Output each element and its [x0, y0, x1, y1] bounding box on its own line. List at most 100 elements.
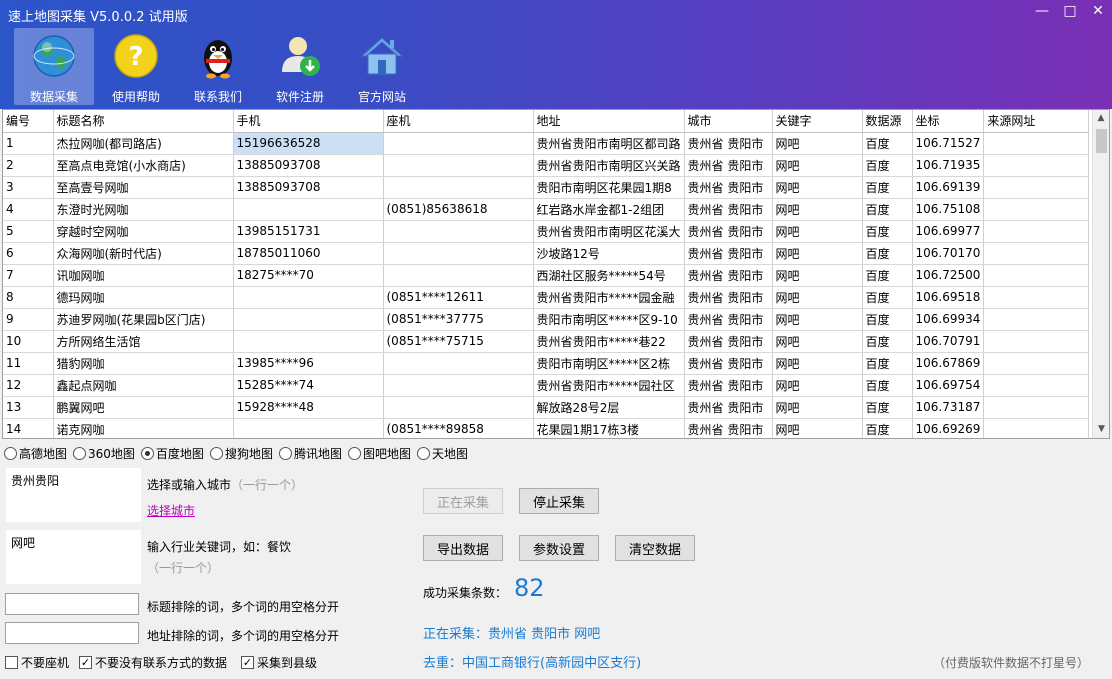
table-cell[interactable]: 13885093708 [233, 154, 384, 177]
table-cell[interactable] [983, 330, 1090, 353]
table-cell[interactable]: (0851****37775 [383, 308, 534, 331]
table-cell[interactable]: 贵州省 贵阳市 [684, 154, 773, 177]
table-cell[interactable]: 18275****70 [233, 264, 384, 287]
table-cell[interactable] [383, 154, 534, 177]
table-cell[interactable]: 15285****74 [233, 374, 384, 397]
table-cell[interactable]: 10 [3, 330, 54, 353]
table-cell[interactable]: 贵州省 贵阳市 [684, 352, 773, 375]
table-cell[interactable] [983, 352, 1090, 375]
table-cell[interactable]: 贵州省 贵阳市 [684, 308, 773, 331]
table-cell[interactable]: 13885093708 [233, 176, 384, 199]
title-exclude-input[interactable] [5, 593, 139, 615]
settings-button[interactable]: 参数设置 [519, 535, 599, 561]
table-cell[interactable]: 穿越时空网咖 [53, 220, 234, 243]
table-cell[interactable]: 13985151731 [233, 220, 384, 243]
scroll-up-icon[interactable]: ▲ [1093, 110, 1109, 127]
keyword-textarea[interactable]: 网吧 [6, 530, 141, 584]
table-row[interactable]: 13 鹏翼网吧 15928****48 解放路28号2层 贵州省 贵阳市 网吧 百度 106.… [3, 396, 1090, 419]
scroll-thumb[interactable] [1096, 129, 1107, 153]
table-cell[interactable] [233, 418, 384, 438]
table-cell[interactable]: (0851****89858 [383, 418, 534, 438]
table-cell[interactable]: 网吧 [772, 220, 863, 243]
table-cell[interactable]: 诺克网咖 [53, 418, 234, 438]
table-cell[interactable]: 9 [3, 308, 54, 331]
table-cell[interactable]: 猎豹网咖 [53, 352, 234, 375]
table-cell[interactable]: 鑫起点网咖 [53, 374, 234, 397]
table-cell[interactable] [383, 396, 534, 419]
require-contact-checkbox[interactable]: ✓ 不要没有联系方式的数据 [79, 654, 227, 671]
table-cell[interactable] [383, 264, 534, 287]
select-city-link[interactable]: 选择城市 [147, 502, 195, 519]
table-cell[interactable]: (0851****75715 [383, 330, 534, 353]
table-cell[interactable]: 5 [3, 220, 54, 243]
table-cell[interactable]: 11 [3, 352, 54, 375]
table-cell[interactable]: 14 [3, 418, 54, 438]
map-radio[interactable]: 天地图 [416, 445, 468, 462]
table-cell[interactable]: 贵州省贵阳市*****园金融 [533, 286, 685, 309]
table-row[interactable]: 11 猎豹网咖 13985****96 贵阳市南明区*****区2栋 贵州省 贵阳市 网吧… [3, 352, 1090, 375]
table-cell[interactable]: 7 [3, 264, 54, 287]
table-cell[interactable]: 鹏翼网吧 [53, 396, 234, 419]
table-cell[interactable] [233, 330, 384, 353]
table-cell[interactable]: 讯咖网咖 [53, 264, 234, 287]
column-header[interactable]: 座机 [383, 110, 534, 133]
table-cell[interactable]: 沙坡路12号 [533, 242, 685, 265]
county-level-checkbox[interactable]: ✓ 采集到县级 [241, 654, 317, 671]
table-cell[interactable] [233, 308, 384, 331]
column-header[interactable]: 标题名称 [53, 110, 234, 133]
table-cell[interactable]: 106.72500 [912, 264, 985, 287]
table-cell[interactable]: 3 [3, 176, 54, 199]
clear-button[interactable]: 清空数据 [615, 535, 695, 561]
toolbar-data-collect[interactable]: 数据采集 [14, 28, 94, 105]
table-row[interactable]: 12 鑫起点网咖 15285****74 贵州省贵阳市*****园社区 贵州省 贵阳市网… [3, 374, 1090, 397]
table-cell[interactable]: 百度 [862, 286, 913, 309]
table-cell[interactable]: 百度 [862, 242, 913, 265]
map-radio[interactable]: 腾讯地图 [278, 445, 342, 462]
table-cell[interactable] [983, 220, 1090, 243]
column-header[interactable]: 数据源 [862, 110, 913, 133]
table-cell[interactable]: 13 [3, 396, 54, 419]
table-cell[interactable]: 至高点电竞馆(小水商店) [53, 154, 234, 177]
table-cell[interactable] [383, 176, 534, 199]
table-cell[interactable]: 百度 [862, 330, 913, 353]
table-cell[interactable]: 106.73187 [912, 396, 985, 419]
table-cell[interactable]: 苏迪罗网咖(花果园b区门店) [53, 308, 234, 331]
table-cell[interactable]: 106.69269 [912, 418, 985, 438]
table-cell[interactable] [983, 198, 1090, 221]
column-header[interactable]: 手机 [233, 110, 384, 133]
table-cell[interactable]: 106.69977 [912, 220, 985, 243]
table-cell[interactable] [383, 374, 534, 397]
table-cell[interactable]: 贵州省贵阳市南明区花溪大 [533, 220, 685, 243]
table-cell[interactable]: 15928****48 [233, 396, 384, 419]
table-cell[interactable] [983, 308, 1090, 331]
table-cell[interactable]: 106.69518 [912, 286, 985, 309]
table-cell[interactable]: 百度 [862, 264, 913, 287]
toolbar-contact[interactable]: 联系我们 [178, 28, 258, 105]
table-cell[interactable]: 网吧 [772, 132, 863, 155]
table-cell[interactable]: 网吧 [772, 330, 863, 353]
column-header[interactable]: 坐标 [912, 110, 985, 133]
table-cell[interactable]: 网吧 [772, 396, 863, 419]
table-cell[interactable] [983, 242, 1090, 265]
table-cell[interactable]: 4 [3, 198, 54, 221]
table-cell[interactable]: 贵州省 贵阳市 [684, 220, 773, 243]
table-cell[interactable]: 18785011060 [233, 242, 384, 265]
map-radio[interactable]: 搜狗地图 [209, 445, 273, 462]
table-cell[interactable]: 贵阳市南明区*****区2栋 [533, 352, 685, 375]
table-row[interactable]: 10 方所网络生活馆 (0851****75715 贵州省贵阳市*****巷22 贵州省… [3, 330, 1090, 353]
table-row[interactable]: 8 德玛网咖 (0851****12611 贵州省贵阳市*****园金融 贵州省 贵阳市… [3, 286, 1090, 309]
map-radio[interactable]: 360地图 [73, 445, 135, 462]
table-cell[interactable] [983, 132, 1090, 155]
table-cell[interactable]: 12 [3, 374, 54, 397]
collecting-button[interactable]: 正在采集 [423, 488, 503, 514]
table-cell[interactable]: 8 [3, 286, 54, 309]
column-header[interactable]: 编号 [3, 110, 54, 133]
table-cell[interactable] [983, 396, 1090, 419]
table-cell[interactable]: 百度 [862, 374, 913, 397]
table-cell[interactable]: 百度 [862, 132, 913, 155]
table-cell[interactable] [383, 242, 534, 265]
table-cell[interactable]: 花果园1期17栋3楼 [533, 418, 685, 438]
table-cell[interactable] [983, 374, 1090, 397]
toolbar-website[interactable]: 官方网站 [342, 28, 422, 105]
table-cell[interactable] [383, 352, 534, 375]
